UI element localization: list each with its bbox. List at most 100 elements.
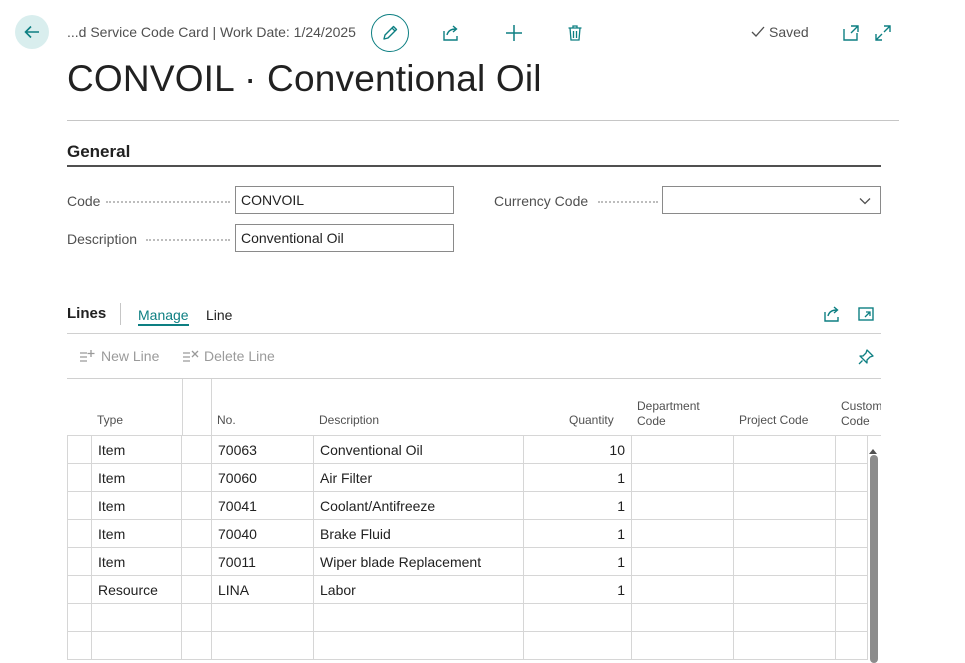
pin-button[interactable] <box>855 346 877 368</box>
cell-quantity[interactable]: 1 <box>524 492 632 520</box>
table-row[interactable]: Item 70063 Conventional Oil 10 <box>67 436 881 464</box>
column-header-type[interactable]: Type <box>97 413 123 428</box>
row-selector[interactable] <box>67 548 92 576</box>
cell-no[interactable]: LINA <box>212 576 314 604</box>
cell-description[interactable]: Coolant/Antifreeze <box>314 492 524 520</box>
cell-department-code[interactable] <box>632 436 734 464</box>
cell-type[interactable] <box>92 632 182 660</box>
cell-indicator[interactable] <box>182 576 212 604</box>
column-header-quantity[interactable]: Quantity <box>569 413 614 428</box>
cell-custom-code[interactable] <box>836 548 868 576</box>
tab-line[interactable]: Line <box>206 307 232 323</box>
cell-indicator[interactable] <box>182 548 212 576</box>
cell-department-code[interactable] <box>632 604 734 632</box>
currency-code-select[interactable] <box>662 186 881 214</box>
back-button[interactable] <box>15 15 49 49</box>
cell-department-code[interactable] <box>632 464 734 492</box>
cell-project-code[interactable] <box>734 520 836 548</box>
row-selector[interactable] <box>67 604 92 632</box>
edit-button[interactable] <box>371 14 409 52</box>
cell-no[interactable] <box>212 604 314 632</box>
cell-type[interactable]: Resource <box>92 576 182 604</box>
table-row[interactable] <box>67 632 881 660</box>
table-row[interactable]: Item 70011 Wiper blade Replacement 1 <box>67 548 881 576</box>
table-row[interactable]: Resource LINA Labor 1 <box>67 576 881 604</box>
cell-indicator[interactable] <box>182 436 212 464</box>
column-header-custom-code[interactable]: Custom Code <box>841 399 881 429</box>
cell-indicator[interactable] <box>182 492 212 520</box>
cell-no[interactable]: 70011 <box>212 548 314 576</box>
cell-custom-code[interactable] <box>836 604 868 632</box>
column-header-project-code[interactable]: Project Code <box>739 413 808 428</box>
row-selector[interactable] <box>67 520 92 548</box>
cell-project-code[interactable] <box>734 604 836 632</box>
cell-type[interactable] <box>92 604 182 632</box>
cell-project-code[interactable] <box>734 436 836 464</box>
cell-custom-code[interactable] <box>836 436 868 464</box>
delete-button[interactable] <box>564 22 586 44</box>
column-header-description[interactable]: Description <box>319 413 379 428</box>
column-header-no[interactable]: No. <box>217 413 236 428</box>
cell-department-code[interactable] <box>632 632 734 660</box>
row-selector[interactable] <box>67 464 92 492</box>
cell-description[interactable] <box>314 604 524 632</box>
cell-custom-code[interactable] <box>836 632 868 660</box>
cell-no[interactable] <box>212 632 314 660</box>
table-row[interactable]: Item 70041 Coolant/Antifreeze 1 <box>67 492 881 520</box>
new-line-button[interactable]: New Line <box>79 348 159 364</box>
cell-quantity[interactable]: 1 <box>524 464 632 492</box>
cell-type[interactable]: Item <box>92 492 182 520</box>
cell-type[interactable]: Item <box>92 436 182 464</box>
table-row[interactable]: Item 70060 Air Filter 1 <box>67 464 881 492</box>
cell-department-code[interactable] <box>632 548 734 576</box>
cell-custom-code[interactable] <box>836 464 868 492</box>
cell-description[interactable]: Air Filter <box>314 464 524 492</box>
cell-project-code[interactable] <box>734 548 836 576</box>
cell-type[interactable]: Item <box>92 520 182 548</box>
cell-description[interactable]: Labor <box>314 576 524 604</box>
cell-no[interactable]: 70040 <box>212 520 314 548</box>
description-field[interactable]: Conventional Oil <box>235 224 454 252</box>
cell-description[interactable]: Wiper blade Replacement <box>314 548 524 576</box>
open-new-window-button[interactable] <box>840 22 862 44</box>
table-row[interactable] <box>67 604 881 632</box>
cell-department-code[interactable] <box>632 576 734 604</box>
cell-custom-code[interactable] <box>836 520 868 548</box>
row-selector[interactable] <box>67 492 92 520</box>
cell-department-code[interactable] <box>632 520 734 548</box>
row-selector[interactable] <box>67 576 92 604</box>
cell-description[interactable] <box>314 632 524 660</box>
code-field[interactable]: CONVOIL <box>235 186 454 214</box>
cell-quantity[interactable] <box>524 604 632 632</box>
new-button[interactable] <box>503 22 525 44</box>
cell-department-code[interactable] <box>632 492 734 520</box>
lines-share-button[interactable] <box>821 303 843 325</box>
cell-indicator[interactable] <box>182 604 212 632</box>
cell-description[interactable]: Brake Fluid <box>314 520 524 548</box>
cell-quantity[interactable]: 1 <box>524 548 632 576</box>
cell-project-code[interactable] <box>734 464 836 492</box>
lines-expand-button[interactable] <box>855 303 877 325</box>
cell-description[interactable]: Conventional Oil <box>314 436 524 464</box>
delete-line-button[interactable]: Delete Line <box>182 348 275 364</box>
cell-type[interactable]: Item <box>92 548 182 576</box>
cell-indicator[interactable] <box>182 632 212 660</box>
cell-project-code[interactable] <box>734 632 836 660</box>
cell-custom-code[interactable] <box>836 576 868 604</box>
cell-quantity[interactable]: 1 <box>524 576 632 604</box>
general-section-heading[interactable]: General <box>67 142 130 162</box>
cell-no[interactable]: 70041 <box>212 492 314 520</box>
cell-indicator[interactable] <box>182 520 212 548</box>
cell-custom-code[interactable] <box>836 492 868 520</box>
cell-quantity[interactable]: 10 <box>524 436 632 464</box>
row-selector[interactable] <box>67 632 92 660</box>
lines-heading[interactable]: Lines <box>67 305 106 322</box>
cell-no[interactable]: 70060 <box>212 464 314 492</box>
cell-indicator[interactable] <box>182 464 212 492</box>
row-selector[interactable] <box>67 436 92 464</box>
share-button[interactable] <box>440 22 462 44</box>
column-header-department-code[interactable]: Department Code <box>637 399 700 429</box>
grid-scrollbar[interactable] <box>870 455 878 663</box>
expand-button[interactable] <box>872 22 894 44</box>
cell-project-code[interactable] <box>734 492 836 520</box>
